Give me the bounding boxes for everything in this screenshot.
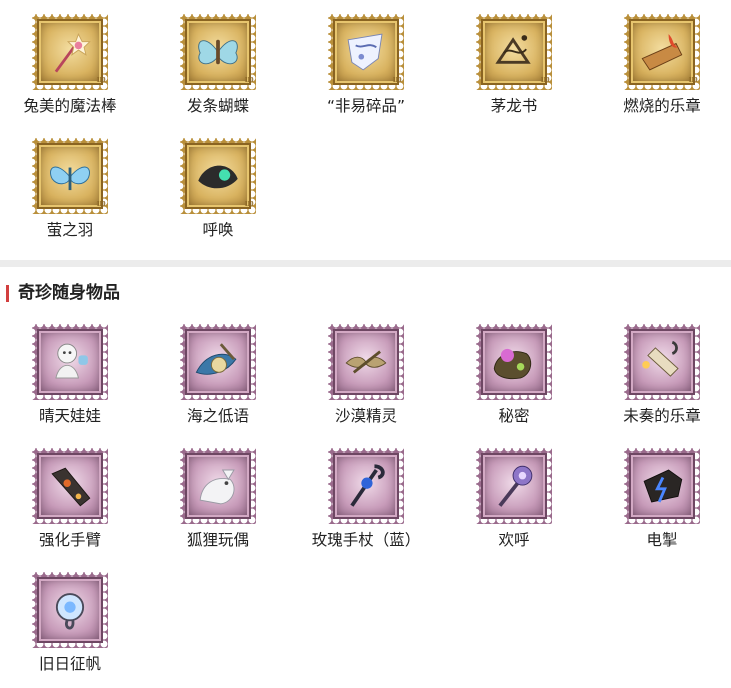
item-stamp: 110 — [32, 14, 108, 90]
item-enhanced-arm[interactable]: 强化手臂 — [0, 448, 140, 550]
item-dragon-book[interactable]: 110 茅龙书 — [444, 14, 584, 116]
desert-sprite-icon — [345, 350, 387, 374]
item-stamp: 110 — [180, 14, 256, 90]
item-magic-wand[interactable]: 110 兔美的魔法棒 — [0, 14, 140, 116]
cheer-icon — [498, 465, 533, 507]
item-label: 未奏的乐章 — [623, 407, 701, 425]
section-title: 奇珍随身物品 — [6, 282, 120, 304]
summon-icon — [198, 165, 238, 189]
item-stamp — [476, 324, 552, 400]
firefly-wing-icon — [50, 166, 90, 191]
item-stamp — [32, 448, 108, 524]
item-stamp: 110 — [32, 138, 108, 214]
lightning-icon — [643, 469, 683, 503]
magic-wand-icon — [54, 32, 91, 73]
item-stamp — [32, 572, 108, 648]
item-label: 发条蝴蝶 — [186, 97, 249, 115]
item-label: 沙漠精灵 — [334, 407, 397, 425]
burning-music-icon — [641, 34, 683, 71]
item-sea-whisper[interactable]: 海之低语 — [148, 324, 288, 426]
item-label: “非易碎品” — [326, 97, 406, 115]
item-stamp — [328, 324, 404, 400]
item-desert-sprite[interactable]: 沙漠精灵 — [296, 324, 436, 426]
item-unplayed-music[interactable]: 未奏的乐章 — [592, 324, 731, 426]
item-label: 狐狸玩偶 — [186, 531, 249, 549]
item-stamp: 110 — [180, 138, 256, 214]
item-stamp — [624, 324, 700, 400]
item-stamp — [180, 448, 256, 524]
item-clockwork-butterfly[interactable]: 110 发条蝴蝶 — [148, 14, 288, 116]
item-stamp — [624, 448, 700, 524]
item-stamp: 110 — [328, 14, 404, 90]
section-divider — [0, 260, 731, 267]
secret-icon — [493, 348, 532, 380]
enhanced-arm-icon — [51, 467, 91, 507]
item-label: 茅龙书 — [490, 97, 538, 115]
item-stamp — [180, 324, 256, 400]
clockwork-butterfly-icon — [198, 39, 238, 65]
item-secret[interactable]: 秘密 — [444, 324, 584, 426]
item-label: 强化手臂 — [38, 531, 101, 549]
item-burning-music[interactable]: 110 燃烧的乐章 — [592, 14, 731, 116]
item-fox-doll[interactable]: 狐狸玩偶 — [148, 448, 288, 550]
item-summon[interactable]: 110 呼唤 — [148, 138, 288, 240]
unplayed-music-icon — [642, 340, 679, 377]
item-sunny-doll[interactable]: 晴天娃娃 — [0, 324, 140, 426]
item-label: 电掣 — [646, 531, 678, 549]
item-stamp: 110 — [476, 14, 552, 90]
section-accent-bar — [6, 285, 9, 302]
item-old-voyage[interactable]: 旧日征帆 — [0, 572, 140, 674]
item-label: 海之低语 — [186, 407, 249, 425]
item-label: 呼唤 — [202, 221, 234, 239]
item-label: 旧日征帆 — [38, 655, 101, 673]
item-label: 秘密 — [498, 407, 530, 425]
item-label: 萤之羽 — [46, 221, 94, 239]
sunny-doll-icon — [55, 343, 88, 379]
fox-doll-icon — [199, 469, 235, 505]
old-voyage-icon — [55, 593, 85, 630]
item-label: 燃烧的乐章 — [623, 97, 701, 115]
item-lightning[interactable]: 电掣 — [592, 448, 731, 550]
item-firefly-wing[interactable]: 110 萤之羽 — [0, 138, 140, 240]
item-stamp: 110 — [624, 14, 700, 90]
item-rose-cane-blue[interactable]: 玫瑰手杖（蓝） — [296, 448, 436, 550]
item-label: 晴天娃娃 — [38, 407, 101, 425]
item-stamp — [476, 448, 552, 524]
item-cheer[interactable]: 欢呼 — [444, 448, 584, 550]
item-fragile[interactable]: 110 “非易碎品” — [296, 14, 436, 116]
rose-cane-blue-icon — [350, 464, 385, 507]
item-stamp — [328, 448, 404, 524]
item-label: 玫瑰手杖（蓝） — [311, 531, 421, 549]
item-stamp — [32, 324, 108, 400]
item-label: 欢呼 — [498, 531, 530, 549]
item-label: 兔美的魔法棒 — [23, 97, 117, 115]
dragon-book-icon — [495, 35, 531, 64]
sea-whisper-icon — [195, 343, 237, 375]
fragile-item-icon — [347, 33, 383, 71]
